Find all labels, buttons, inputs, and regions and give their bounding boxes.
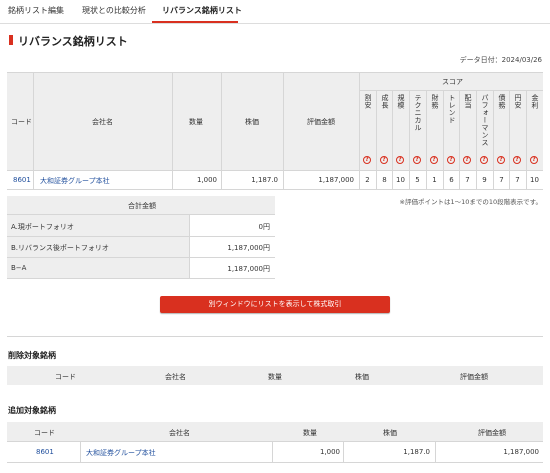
score-value-interest: 10 — [530, 176, 539, 184]
removed-col-valuation: 評価金額 — [460, 373, 488, 381]
score-value-size: 10 — [396, 176, 405, 184]
added-row-quantity: 1,000 — [319, 448, 340, 456]
help-icon[interactable]: ? — [463, 156, 471, 164]
summary-header: 合計金額 — [128, 202, 156, 210]
added-section-title: 追加対象銘柄 — [8, 406, 56, 415]
data-date: データ日付：2024/03/26 — [459, 56, 542, 64]
added-row-valuation: 1,187,000 — [503, 448, 539, 456]
title-accent-bar — [9, 35, 13, 45]
score-note: ※評価ポイントは1〜10までの10段階表示です。 — [399, 198, 542, 206]
score-header-size: 規模 — [397, 94, 405, 109]
summary-value-current: 0円 — [258, 223, 270, 231]
tab-bar: 銘柄リスト編集 現状との比較分析 リバランス銘柄リスト — [0, 0, 550, 24]
trade-in-new-window-button[interactable]: 別ウィンドウにリストを表示して株式取引 — [160, 296, 390, 313]
added-col-valuation: 評価金額 — [478, 429, 506, 437]
score-value-growth: 8 — [382, 176, 387, 184]
help-icon[interactable]: ? — [396, 156, 404, 164]
help-icon[interactable]: ? — [447, 156, 455, 164]
col-header-price: 株価 — [245, 118, 259, 126]
tab-stock-list-edit[interactable]: 銘柄リスト編集 — [8, 5, 64, 16]
row-quantity: 1,000 — [196, 176, 217, 184]
score-header-interest: 金利 — [531, 94, 539, 109]
score-value-dividend: 7 — [465, 176, 470, 184]
added-row-code-link[interactable]: 8601 — [36, 448, 54, 456]
active-tab-indicator — [152, 21, 238, 23]
summary-label-after: B.リバランス後ポートフォリオ — [11, 244, 109, 252]
added-header-bg — [7, 422, 543, 441]
page-title: リバランス銘柄リスト — [18, 35, 128, 48]
added-col-quantity: 数量 — [303, 429, 317, 437]
help-icon[interactable]: ? — [413, 156, 421, 164]
col-header-score: スコア — [442, 78, 463, 86]
row-valuation: 1,187,000 — [318, 176, 354, 184]
col-header-code: コード — [11, 118, 32, 126]
added-col-company: 会社名 — [169, 429, 190, 437]
help-icon[interactable]: ? — [530, 156, 538, 164]
row-price: 1,187.0 — [251, 176, 278, 184]
score-header-dividend: 配当 — [464, 94, 472, 109]
score-value-technical: 5 — [415, 176, 420, 184]
tab-rebalance-list[interactable]: リバランス銘柄リスト — [162, 5, 242, 16]
summary-label-diff: B−A — [11, 264, 27, 272]
row-company-link[interactable]: 大和証券グループ本社 — [40, 176, 110, 186]
score-header-trend: トレンド — [448, 94, 456, 124]
help-icon[interactable]: ? — [363, 156, 371, 164]
score-header-performance: パフォーマンス — [481, 94, 489, 147]
score-header-growth: 成長 — [381, 94, 389, 109]
score-value-weak-yen: 7 — [515, 176, 520, 184]
added-col-code: コード — [34, 429, 55, 437]
score-value-trend: 6 — [449, 176, 454, 184]
help-icon[interactable]: ? — [380, 156, 388, 164]
score-header-weak-yen: 円安 — [514, 94, 522, 109]
score-value-cheap: 2 — [365, 176, 370, 184]
help-icon[interactable]: ? — [513, 156, 521, 164]
score-value-performance: 9 — [482, 176, 487, 184]
summary-value-after: 1,187,000円 — [227, 244, 270, 252]
summary-value-diff: 1,187,000円 — [227, 265, 270, 273]
help-icon[interactable]: ? — [480, 156, 488, 164]
removed-section-title: 削除対象銘柄 — [8, 351, 56, 360]
col-header-quantity: 数量 — [189, 118, 203, 126]
score-value-debt: 7 — [499, 176, 504, 184]
added-col-price: 株価 — [383, 429, 397, 437]
removed-col-price: 株価 — [355, 373, 369, 381]
added-row-company-link[interactable]: 大和証券グループ本社 — [86, 448, 156, 458]
removed-col-code: コード — [55, 373, 76, 381]
col-header-valuation: 評価金額 — [307, 118, 335, 126]
score-header-cheap: 割安 — [364, 94, 372, 109]
help-icon[interactable]: ? — [497, 156, 505, 164]
summary-label-current: A.現ポートフォリオ — [11, 223, 74, 231]
score-header-technical: テクニカル — [414, 94, 422, 132]
removed-col-company: 会社名 — [165, 373, 186, 381]
col-header-company: 会社名 — [92, 118, 113, 126]
added-row-price: 1,187.0 — [403, 448, 430, 456]
tab-comparison-analysis[interactable]: 現状との比較分析 — [82, 5, 146, 16]
score-header-financial: 財務 — [431, 94, 439, 109]
score-header-debt: 債務 — [498, 94, 506, 109]
help-icon[interactable]: ? — [430, 156, 438, 164]
removed-col-quantity: 数量 — [268, 373, 282, 381]
row-code-link[interactable]: 8601 — [13, 176, 31, 184]
score-value-financial: 1 — [432, 176, 437, 184]
